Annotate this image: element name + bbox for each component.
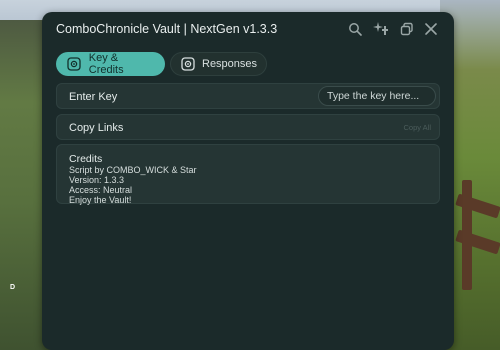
tab-key-credits[interactable]: Key & Credits xyxy=(56,52,165,76)
credits-line: Enjoy the Vault! xyxy=(69,195,132,205)
tab-responses[interactable]: Responses xyxy=(170,52,267,76)
restore-window-icon[interactable] xyxy=(398,20,416,38)
copy-hint: Copy All xyxy=(403,123,431,132)
tab-label: Responses xyxy=(202,58,258,70)
credits-title: Credits xyxy=(69,153,103,165)
search-icon[interactable] xyxy=(346,20,364,38)
shield-icon xyxy=(181,56,195,72)
window-title: ComboChronicle Vault | NextGen v1.3.3 xyxy=(56,22,278,36)
sparkles-icon[interactable] xyxy=(372,20,390,38)
title-bar[interactable]: ComboChronicle Vault | NextGen v1.3.3 xyxy=(42,12,454,46)
close-icon[interactable] xyxy=(422,20,440,38)
corner-label: D xyxy=(10,284,16,291)
shield-icon xyxy=(66,56,82,72)
tab-label: Key & Credits xyxy=(88,52,124,76)
copy-links-label: Copy Links xyxy=(69,122,124,134)
credits-line: Script by COMBO_WICK & Star xyxy=(69,165,197,175)
key-input[interactable] xyxy=(318,86,436,106)
credits-line: Version: 1.3.3 xyxy=(69,175,125,185)
credits-line: Access: Neutral xyxy=(69,185,133,195)
credits-panel: Credits Script by COMBO_WICK & Star Vers… xyxy=(56,144,440,205)
enter-key-label: Enter Key xyxy=(69,91,118,103)
copy-links-button[interactable]: Copy Links Copy All xyxy=(56,114,440,140)
vault-window: ComboChronicle Vault | NextGen v1.3.3 Ke… xyxy=(42,12,454,350)
credits-lines: Script by COMBO_WICK & Star Version: 1.3… xyxy=(69,165,197,205)
enter-key-row: Enter Key xyxy=(56,83,440,109)
